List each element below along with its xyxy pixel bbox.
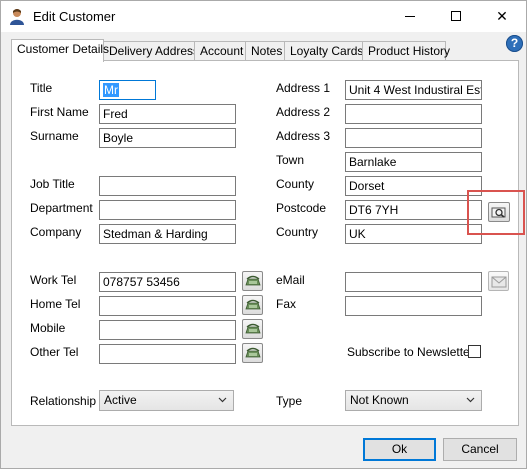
county-field[interactable]: Dorset: [345, 176, 482, 196]
town-field[interactable]: Barnlake: [345, 152, 482, 172]
newsletter-checkbox[interactable]: [468, 345, 481, 358]
tab-label: Loyalty Cards: [290, 44, 364, 58]
address3-field[interactable]: [345, 128, 482, 148]
user-icon: [10, 9, 24, 25]
address3-label: Address 3: [276, 129, 331, 143]
dial-home-tel-button[interactable]: [242, 295, 263, 315]
minimize-button[interactable]: [387, 1, 433, 32]
other-tel-label: Other Tel: [30, 345, 79, 359]
fax-label: Fax: [276, 297, 297, 311]
customer-details-panel: Title Mr First Name Fred Surname Boyle J…: [11, 60, 519, 426]
close-button[interactable]: ✕: [479, 1, 525, 32]
job-title-field[interactable]: [99, 176, 236, 196]
postcode-label: Postcode: [276, 201, 327, 215]
tab-account[interactable]: Account: [194, 41, 246, 61]
cancel-button[interactable]: Cancel: [443, 438, 517, 461]
tab-loyalty-cards[interactable]: Loyalty Cards: [284, 41, 363, 61]
tab-delivery-address[interactable]: Delivery Address: [103, 41, 199, 61]
company-field[interactable]: Stedman & Harding: [99, 224, 236, 244]
minimize-icon: [405, 16, 415, 17]
tab-label: Customer Details: [17, 42, 110, 56]
department-field[interactable]: [99, 200, 236, 220]
phone-icon: [245, 299, 261, 310]
close-icon: ✕: [496, 8, 508, 24]
dial-other-tel-button[interactable]: [242, 343, 263, 363]
title-field[interactable]: Mr: [99, 80, 156, 100]
address2-label: Address 2: [276, 105, 331, 119]
dial-mobile-button[interactable]: [242, 319, 263, 339]
ok-button[interactable]: Ok: [363, 438, 436, 461]
phone-icon: [245, 323, 261, 334]
relationship-value: Active: [104, 393, 137, 407]
email-field[interactable]: [345, 272, 482, 292]
home-tel-field[interactable]: [99, 296, 236, 316]
postcode-field[interactable]: DT6 7YH: [345, 200, 482, 220]
country-label: Country: [276, 225, 319, 239]
work-tel-label: Work Tel: [30, 273, 77, 287]
surname-field[interactable]: Boyle: [99, 128, 236, 148]
other-tel-field[interactable]: [99, 344, 236, 364]
tab-label: Account: [200, 44, 244, 58]
tab-label: Notes: [251, 44, 283, 58]
mail-icon: [491, 276, 507, 288]
type-value: Not Known: [350, 393, 409, 407]
home-tel-label: Home Tel: [30, 297, 81, 311]
title-value: Mr: [103, 83, 119, 97]
country-field[interactable]: UK: [345, 224, 482, 244]
mobile-label: Mobile: [30, 321, 66, 335]
town-label: Town: [276, 153, 305, 167]
first-name-field[interactable]: Fred: [99, 104, 236, 124]
help-icon[interactable]: ?: [506, 35, 523, 52]
dial-work-tel-button[interactable]: [242, 271, 263, 291]
type-select[interactable]: Not Known: [345, 390, 482, 411]
tab-notes[interactable]: Notes: [245, 41, 285, 61]
department-label: Department: [30, 201, 93, 215]
address1-label: Address 1: [276, 81, 331, 95]
relationship-label: Relationship: [30, 394, 97, 408]
newsletter-label: Subscribe to Newsletter: [347, 345, 474, 359]
phone-icon: [245, 347, 261, 358]
fax-field[interactable]: [345, 296, 482, 316]
surname-label: Surname: [30, 129, 79, 143]
maximize-icon: [451, 11, 461, 21]
title-bar: Edit Customer ✕: [1, 1, 526, 32]
chevron-down-icon: [466, 397, 475, 403]
tab-label: Product History: [368, 44, 451, 58]
title-label: Title: [30, 81, 53, 95]
maximize-button[interactable]: [433, 1, 479, 32]
address1-field[interactable]: Unit 4 West Industiral Estate: [345, 80, 482, 100]
job-title-label: Job Title: [30, 177, 75, 191]
company-label: Company: [30, 225, 82, 239]
address2-field[interactable]: [345, 104, 482, 124]
work-tel-field[interactable]: 078757 53456: [99, 272, 236, 292]
phone-icon: [245, 275, 261, 286]
send-email-button[interactable]: [488, 271, 509, 291]
tab-product-history[interactable]: Product History: [362, 41, 450, 61]
tab-label: Delivery Address: [109, 44, 200, 58]
county-label: County: [276, 177, 315, 191]
tab-customer-details[interactable]: Customer Details: [11, 39, 109, 62]
type-label: Type: [276, 394, 303, 408]
first-name-label: First Name: [30, 105, 89, 119]
edit-customer-window: Edit Customer ✕ Customer Details Deliver…: [0, 0, 527, 469]
mobile-field[interactable]: [99, 320, 236, 340]
chevron-down-icon: [218, 397, 227, 403]
relationship-select[interactable]: Active: [99, 390, 234, 411]
window-title: Edit Customer: [33, 9, 116, 24]
postcode-lookup-highlight: [467, 190, 525, 235]
email-label: eMail: [276, 273, 305, 287]
